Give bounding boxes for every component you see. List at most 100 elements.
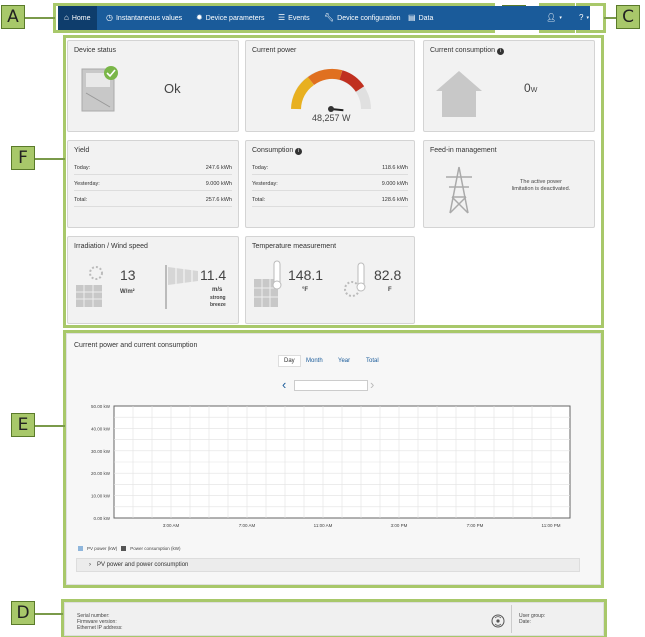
feed-in-title: Feed-in management xyxy=(430,147,497,154)
user-menu-button[interactable]: 👤︎ ▾ xyxy=(544,6,564,30)
current-consumption-title-text: Current consumption xyxy=(430,47,495,54)
module-thermometer-icon xyxy=(254,260,282,307)
ethernet-ip-label: Ethernet IP address: xyxy=(77,625,123,631)
row-value: 118.6 kWh xyxy=(382,165,408,171)
row-label: Yesterday: xyxy=(252,181,278,187)
row-value: 9.000 kWh xyxy=(205,181,232,187)
home-icon: ⌂ xyxy=(64,13,69,22)
ambient-thermometer-icon xyxy=(344,262,366,297)
legend-label-pv: PV power (kW) xyxy=(87,546,118,551)
tab-year[interactable]: Year xyxy=(338,358,350,364)
wind-value: 11.4 xyxy=(200,267,227,283)
y-tick-label: 30.00 kW xyxy=(91,449,111,454)
callout-lead-d xyxy=(35,613,63,615)
info-icon[interactable]: i xyxy=(295,148,303,155)
x-tick-label: 11:00 PM xyxy=(542,523,561,528)
consumption-row-today: Today: 118.6 kWh xyxy=(252,165,408,175)
row-label: Today: xyxy=(252,165,269,171)
wind-description-2: breeze xyxy=(210,302,226,308)
tile-irradiation-wind: Irradiation / Wind speed 13 W/m² 11.4 m/… xyxy=(67,236,239,324)
prev-period-button[interactable]: ‹ xyxy=(282,378,286,392)
ambient-temperature-value: 82.8 xyxy=(374,267,402,283)
status-footer: Serial number: Firmware version: Etherne… xyxy=(64,602,604,636)
callout-lead-f xyxy=(35,158,65,160)
power-pylon-icon xyxy=(446,166,472,214)
feed-in-text-1: The active power xyxy=(520,179,562,185)
x-tick-label: 7:00 PM xyxy=(467,523,484,528)
yield-title: Yield xyxy=(74,147,90,154)
tab-month[interactable]: Month xyxy=(306,358,323,364)
consumption-row-total: Total: 128.6 kWh xyxy=(252,197,408,207)
tile-yield: Yield Today: 247.6 kWh Yesterday: 9.000 kW… xyxy=(67,140,239,228)
tile-current-power: Current power 48,257 W xyxy=(245,40,415,132)
tab-day[interactable]: Day xyxy=(278,355,301,367)
consumption-title-text: Consumption xyxy=(252,147,294,154)
y-tick-label: 50.00 kW xyxy=(91,404,111,409)
info-icon[interactable]: i xyxy=(496,48,504,55)
database-icon: ▤ xyxy=(408,13,416,22)
row-value: 247.6 kWh xyxy=(205,165,232,171)
date-input[interactable] xyxy=(294,380,368,391)
chart-expander[interactable]: › PV power and power consumption xyxy=(76,558,580,572)
list-icon: ☰ xyxy=(278,13,286,22)
row-value: 257.6 kWh xyxy=(205,197,232,203)
y-tick-label: 10.00 kW xyxy=(91,494,111,499)
nav-device-parameters[interactable]: ✹ Device parameters xyxy=(196,6,264,30)
current-consumption-title: Current consumption i xyxy=(430,47,504,55)
yield-row-total: Total: 257.6 kWh xyxy=(74,197,232,207)
wind-unit: m/s xyxy=(212,287,223,293)
tile-consumption: Consumption i Today: 118.6 kWh Yesterday:… xyxy=(245,140,415,228)
callout-lead-c xyxy=(604,17,616,19)
irradiation-value: 13 xyxy=(120,267,136,283)
wind-description-1: strong xyxy=(210,295,226,301)
callout-lead-a xyxy=(25,17,55,19)
x-tick-label: 7:00 AM xyxy=(239,523,256,528)
row-value: 9.000 kWh xyxy=(381,181,408,187)
consumption-title: Consumption i xyxy=(252,147,303,155)
inverter-icon xyxy=(81,66,118,112)
help-menu-button[interactable]: ? ▾ xyxy=(574,6,594,30)
chevron-down-icon: ▾ xyxy=(559,15,562,21)
x-tick-label: 11:00 AM xyxy=(314,523,333,528)
current-power-value: 48,257 W xyxy=(312,113,351,123)
irradiation-unit: W/m² xyxy=(120,289,135,295)
nav-data-label: Data xyxy=(418,14,434,22)
nav-home-label: Home xyxy=(71,14,91,22)
nav-home[interactable]: ⌂ Home xyxy=(58,6,97,30)
legend-swatch-pv xyxy=(78,546,83,551)
nav-events[interactable]: ☰ Events xyxy=(278,6,310,30)
tab-total[interactable]: Total xyxy=(366,358,379,364)
chevron-right-icon: › xyxy=(89,562,91,568)
row-label: Total: xyxy=(252,197,266,203)
next-period-button[interactable]: › xyxy=(370,378,374,392)
tile-current-consumption: Current consumption i 0W xyxy=(423,40,595,132)
consumption-row-yesterday: Yesterday: 9.000 kWh xyxy=(252,181,408,191)
nav-device-parameters-label: Device parameters xyxy=(205,14,265,22)
main-navbar: ⌂ Home ◷ Instantaneous values ✹ Device p… xyxy=(58,6,590,30)
consumption-number: 0 xyxy=(524,81,531,95)
y-tick-label: 20.00 kW xyxy=(91,471,111,476)
chart-title: Current power and current consumption xyxy=(74,342,198,349)
nav-device-configuration[interactable]: 🔧︎ Device configuration xyxy=(324,6,401,30)
footer-divider xyxy=(511,605,512,633)
wireless-icon xyxy=(491,614,505,628)
nav-events-label: Events xyxy=(288,14,310,22)
callout-label-e: E xyxy=(11,413,35,437)
row-label: Total: xyxy=(74,197,88,203)
legend-swatch-consumption xyxy=(121,546,127,551)
date-label: Date: xyxy=(519,619,531,625)
user-icon: 👤︎ xyxy=(546,13,557,22)
tile-temperature: Temperature measurement 148.1 °F 82.8 F xyxy=(245,236,415,324)
device-status-value: Ok xyxy=(164,81,181,96)
chart-plot: 50.00 kW 40.00 kW 30.00 kW 20.00 kW 10.00 kW… xyxy=(91,404,571,528)
gear-icon: ✹ xyxy=(196,13,203,22)
nav-device-configuration-label: Device configuration xyxy=(337,14,401,22)
tile-feed-in-management: Feed-in management The active power limi… xyxy=(423,140,595,228)
nav-instantaneous-values[interactable]: ◷ Instantaneous values xyxy=(106,6,182,30)
callout-label-f: F xyxy=(11,146,35,170)
current-consumption-value: 0W xyxy=(524,81,537,95)
callout-label-d: D xyxy=(11,601,35,625)
yield-row-yesterday: Yesterday: 9.000 kWh xyxy=(74,181,232,191)
temperature-title: Temperature measurement xyxy=(252,243,337,250)
nav-data[interactable]: ▤ Data xyxy=(408,6,433,30)
